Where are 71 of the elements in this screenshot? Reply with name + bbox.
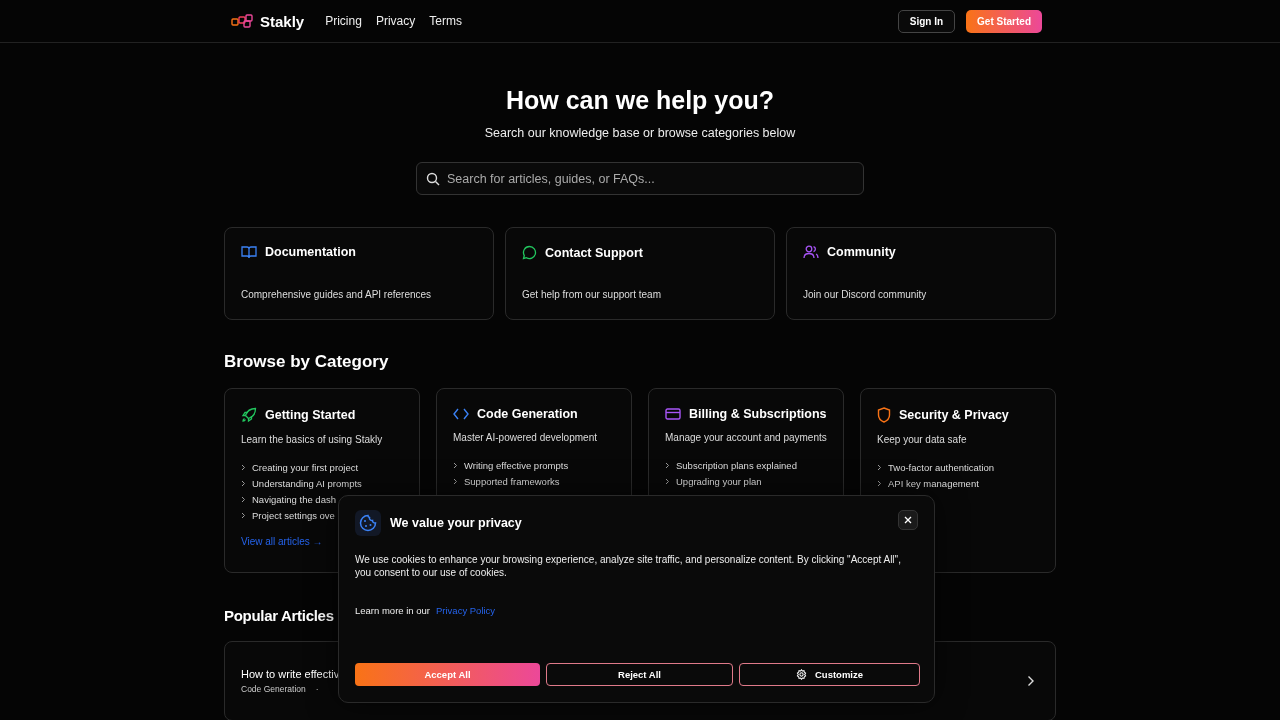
code-icon — [453, 408, 469, 420]
credit-card-icon — [665, 408, 681, 420]
category-title: Getting Started — [265, 408, 356, 422]
view-all-link[interactable]: View all articles → — [241, 536, 323, 547]
card-title: Community — [827, 245, 896, 259]
card-description: Comprehensive guides and API references — [241, 289, 433, 302]
chat-bubble-icon — [522, 245, 537, 260]
banner-title: We value your privacy — [390, 516, 523, 530]
close-icon — [904, 516, 912, 524]
hero-title: How can we help you? — [504, 86, 776, 115]
nav-link[interactable]: Terms — [429, 14, 462, 28]
card-description: Get help from our support team — [522, 289, 662, 302]
chevron-icon — [453, 478, 458, 485]
article-link[interactable]: Understanding AI prompts — [252, 478, 362, 489]
quick-link-card[interactable]: Contact Support Get help from our support team — [505, 227, 775, 320]
book-icon — [241, 245, 257, 259]
article-link[interactable]: API key management — [888, 478, 979, 489]
reject-all-button[interactable]: Reject All — [546, 663, 733, 686]
article-link[interactable]: Supported frameworks — [464, 476, 560, 487]
shield-icon — [877, 407, 891, 423]
article-link[interactable]: Navigating the dash — [252, 494, 336, 505]
chevron-icon — [241, 512, 246, 519]
article-category: Code Generation — [241, 684, 306, 694]
learn-more-text: Learn more in our — [355, 605, 430, 616]
category-title: Security & Privacy — [899, 408, 1009, 422]
chevron-icon — [665, 462, 670, 469]
banner-text: We use cookies to enhance your browsing experience, analyze site traffic, and personalize content. By clicking "Accept All", you consent to our use of cookies. — [355, 553, 902, 579]
card-description: Join our Discord community — [803, 289, 928, 302]
chevron-icon — [241, 480, 246, 487]
section-heading: Browse by Category — [224, 352, 390, 372]
category-description: Keep your data safe — [877, 434, 968, 445]
nav-link[interactable]: Pricing — [325, 14, 362, 28]
nav-link[interactable]: Privacy — [375, 14, 416, 28]
search-icon — [426, 172, 440, 186]
article-link[interactable]: Creating your first project — [252, 462, 359, 473]
logo-icon — [231, 14, 253, 28]
article-link[interactable]: Subscription plans explained — [676, 460, 797, 471]
category-description: Learn the basics of using Stakly — [241, 434, 384, 445]
category-description: Master AI-powered development — [453, 432, 598, 443]
separator-dot: · — [315, 684, 319, 694]
search-field[interactable]: Search for articles, guides, or FAQs... — [416, 162, 864, 195]
article-link[interactable]: Writing effective prompts — [464, 460, 569, 471]
chevron-icon — [241, 496, 246, 503]
people-icon — [803, 245, 819, 259]
chevron-icon — [877, 464, 882, 471]
chevron-right-icon — [1027, 675, 1035, 687]
rocket-icon — [241, 407, 257, 423]
quick-link-card[interactable]: Documentation Comprehensive guides and API references — [224, 227, 494, 320]
cookie-icon — [355, 510, 381, 536]
card-title: Documentation — [265, 245, 356, 259]
article-link[interactable]: Two-factor authentication — [888, 462, 995, 473]
gear-icon — [795, 669, 807, 680]
category-title: Code Generation — [477, 407, 578, 421]
sign-in-button[interactable]: Sign In — [897, 9, 956, 33]
customize-button[interactable]: Customize — [739, 663, 920, 686]
article-link[interactable]: Upgrading your plan — [676, 476, 762, 487]
privacy-policy-link[interactable]: Privacy Policy — [436, 605, 496, 616]
chevron-icon — [453, 462, 458, 469]
article-link[interactable]: Project settings ove — [252, 510, 335, 521]
category-description: Manage your account and payments — [665, 432, 827, 443]
chevron-icon — [241, 464, 246, 471]
close-button[interactable] — [898, 510, 918, 530]
brand-name[interactable]: Stakly — [260, 12, 305, 30]
card-title: Contact Support — [545, 245, 643, 260]
chevron-icon — [665, 478, 670, 485]
article-title: How to write effectiv — [241, 668, 340, 680]
chevron-icon — [877, 480, 882, 487]
quick-link-card[interactable]: Community Join our Discord community — [786, 227, 1056, 320]
hero-subtitle: Search our knowledge base or browse categories below — [483, 126, 797, 140]
category-title: Billing & Subscriptions — [689, 407, 827, 421]
section-heading: Popular Articles — [224, 607, 334, 624]
